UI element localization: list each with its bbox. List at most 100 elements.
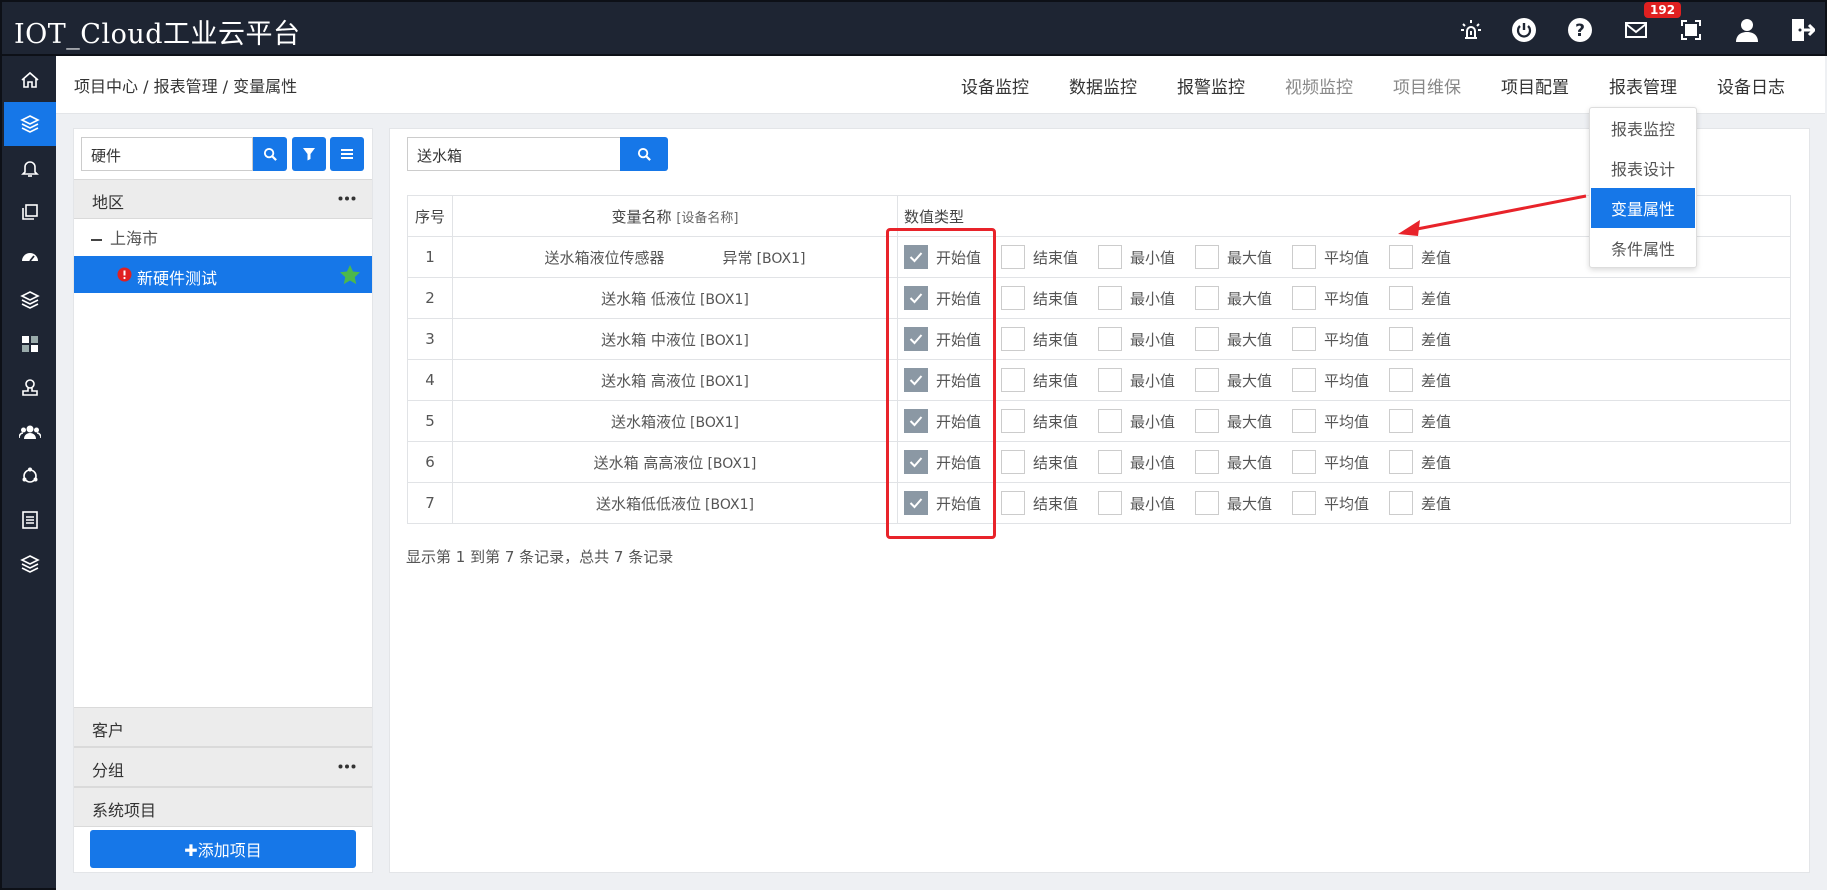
value-type-option[interactable]: 平均值 [1292,286,1389,310]
value-type-option[interactable]: 平均值 [1292,450,1389,474]
sidebar-item-layers-2[interactable] [4,542,56,586]
sidebar-item-alarms[interactable] [4,146,56,190]
checkbox[interactable] [1098,368,1122,392]
value-type-option[interactable]: 最小值 [1098,450,1195,474]
value-type-option[interactable]: 最大值 [1195,245,1292,269]
value-type-option[interactable]: 差值 [1389,245,1486,269]
checkbox[interactable] [1001,409,1025,433]
value-type-option[interactable]: 差值 [1389,327,1486,351]
value-type-option[interactable]: 平均值 [1292,245,1389,269]
checkbox[interactable] [1195,491,1219,515]
checkbox[interactable] [1001,245,1025,269]
value-type-option[interactable]: 平均值 [1292,409,1389,433]
checkbox[interactable] [1292,450,1316,474]
section-region[interactable]: 地区 [74,179,372,219]
sidebar-item-stamp[interactable] [4,366,56,410]
add-project-button[interactable]: ✚添加项目 [90,830,356,868]
value-type-option[interactable]: 结束值 [1001,245,1098,269]
menu-report-management[interactable]: 报表管理 [1609,73,1677,98]
checkbox[interactable] [1001,368,1025,392]
checkbox[interactable] [1292,368,1316,392]
menu-list-button[interactable] [330,137,364,171]
help-icon[interactable]: ? [1566,16,1594,44]
checkbox[interactable] [1389,327,1413,351]
menu-video-monitor[interactable]: 视频监控 [1285,73,1353,98]
value-type-option[interactable]: 结束值 [1001,286,1098,310]
value-type-option[interactable]: 结束值 [1001,450,1098,474]
value-type-option[interactable]: 差值 [1389,409,1486,433]
sidebar-item-group[interactable] [4,410,56,454]
checkbox[interactable] [1292,286,1316,310]
dropdown-condition-attributes[interactable]: 条件属性 [1591,228,1695,268]
checkbox[interactable] [1098,327,1122,351]
value-type-option[interactable]: 结束值 [1001,409,1098,433]
sidebar-item-home[interactable] [4,58,56,102]
checkbox[interactable] [1195,327,1219,351]
section-groups[interactable]: 分组 [74,747,372,787]
value-type-option[interactable]: 最小值 [1098,409,1195,433]
value-type-option[interactable]: 最小值 [1098,368,1195,392]
checkbox[interactable] [1098,286,1122,310]
sidebar-item-grid[interactable] [4,322,56,366]
alarm-light-icon[interactable] [1457,16,1485,44]
mail-icon[interactable] [1622,16,1650,44]
dropdown-report-design[interactable]: 报表设计 [1591,148,1695,188]
menu-device-log[interactable]: 设备日志 [1717,73,1785,98]
collapse-icon[interactable] [91,238,102,241]
checkbox[interactable] [1389,491,1413,515]
logout-icon[interactable] [1788,16,1816,44]
checkbox[interactable] [1001,450,1025,474]
menu-device-monitor[interactable]: 设备监控 [961,73,1029,98]
variable-search-input[interactable]: 送水箱 [407,137,621,171]
value-type-option[interactable]: 最大值 [1195,450,1292,474]
value-type-option[interactable]: 最小值 [1098,327,1195,351]
sidebar-item-layers[interactable] [4,278,56,322]
value-type-option[interactable]: 差值 [1389,286,1486,310]
value-type-option[interactable]: 平均值 [1292,491,1389,515]
value-type-option[interactable]: 结束值 [1001,327,1098,351]
value-type-option[interactable]: 最大值 [1195,409,1292,433]
value-type-option[interactable]: 结束值 [1001,491,1098,515]
value-type-option[interactable]: 平均值 [1292,327,1389,351]
checkbox[interactable] [1001,491,1025,515]
checkbox[interactable] [1098,491,1122,515]
sidebar-item-sync[interactable] [4,454,56,498]
section-system-projects[interactable]: 系统项目 [74,787,372,827]
sidebar-item-copy[interactable] [4,190,56,234]
checkbox[interactable] [1389,409,1413,433]
checkbox[interactable] [1195,368,1219,392]
user-icon[interactable] [1733,16,1761,44]
power-icon[interactable] [1510,16,1538,44]
variable-search-button[interactable] [620,137,668,171]
value-type-option[interactable]: 差值 [1389,450,1486,474]
checkbox[interactable] [1292,245,1316,269]
tree-search-button[interactable] [253,137,287,171]
checkbox[interactable] [1195,245,1219,269]
checkbox[interactable] [1001,286,1025,310]
checkbox[interactable] [1389,368,1413,392]
value-type-option[interactable]: 差值 [1389,368,1486,392]
checkbox[interactable] [1389,245,1413,269]
checkbox[interactable] [1292,409,1316,433]
checkbox[interactable] [1195,450,1219,474]
checkbox[interactable] [1098,450,1122,474]
checkbox[interactable] [1292,327,1316,351]
sidebar-item-list[interactable] [4,498,56,542]
sidebar-item-dashboard[interactable] [4,234,56,278]
tree-node-selected[interactable]: 新硬件测试 [74,256,372,293]
checkbox[interactable] [1389,286,1413,310]
checkbox[interactable] [1292,491,1316,515]
value-type-option[interactable]: 差值 [1389,491,1486,515]
value-type-option[interactable]: 最小值 [1098,286,1195,310]
menu-project-config[interactable]: 项目配置 [1501,73,1569,98]
fullscreen-icon[interactable] [1677,16,1705,44]
checkbox[interactable] [1195,286,1219,310]
checkbox[interactable] [1389,450,1413,474]
dropdown-variable-attributes[interactable]: 变量属性 [1591,188,1695,228]
tree-search-input[interactable]: 硬件 [81,137,253,171]
tree-node-shanghai[interactable]: 上海市 [91,225,158,249]
section-customers[interactable]: 客户 [74,707,372,747]
checkbox[interactable] [1098,245,1122,269]
sidebar-item-projects[interactable] [4,102,56,146]
checkbox[interactable] [1195,409,1219,433]
